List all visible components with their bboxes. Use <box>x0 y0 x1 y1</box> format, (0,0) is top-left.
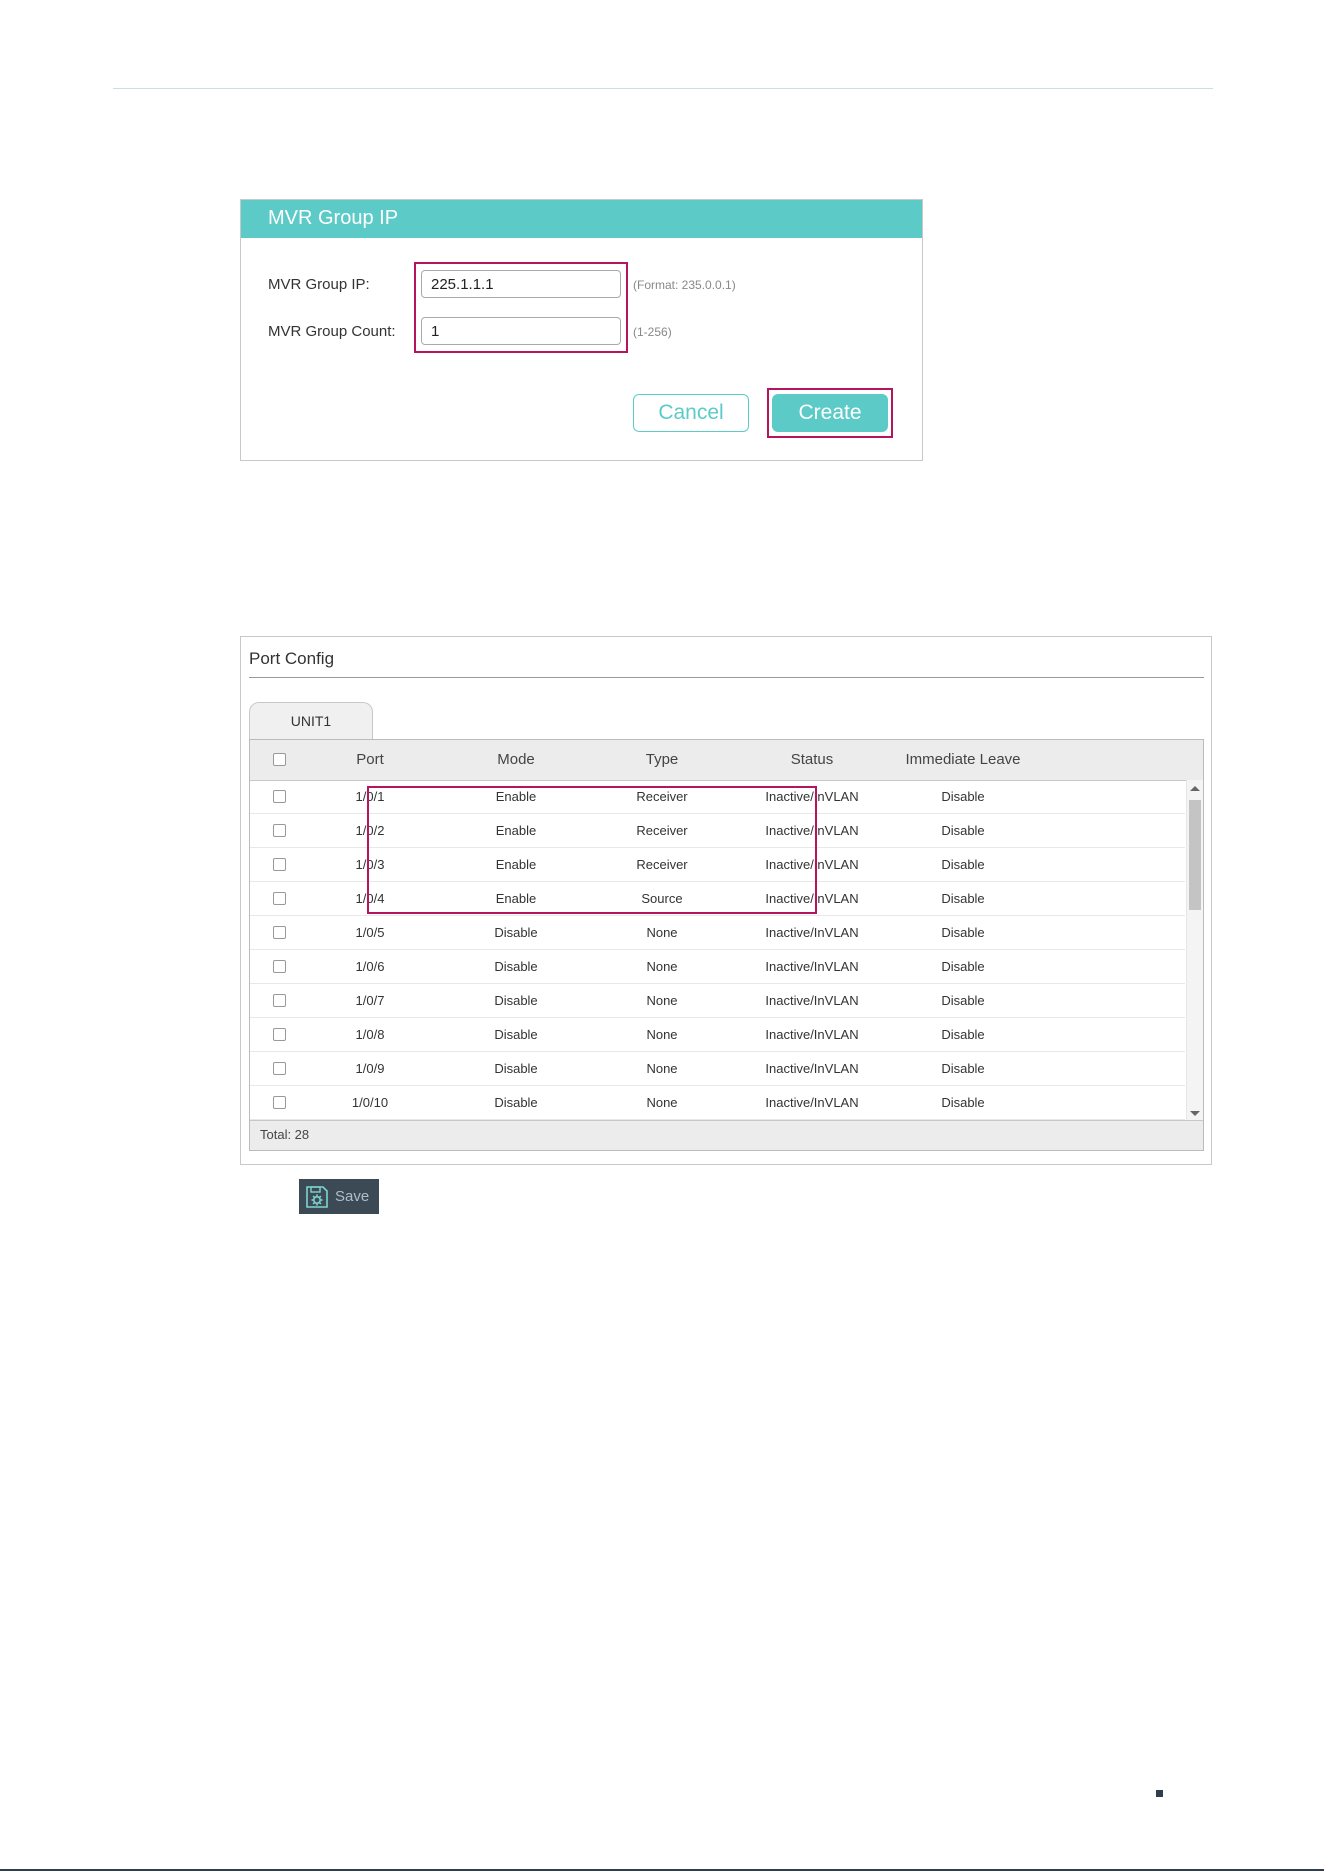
panel-title: MVR Group IP <box>241 200 922 238</box>
cell-mode: Disable <box>494 1061 538 1076</box>
cell-immediate-leave: Disable <box>941 1095 985 1110</box>
cell-port: 1/0/6 <box>355 959 385 974</box>
cell-immediate-leave: Disable <box>941 1061 985 1076</box>
cell-mode: Disable <box>494 993 538 1008</box>
table-footer-total: Total: 28 <box>250 1120 1203 1150</box>
cell-status: Inactive/InVLAN <box>765 1095 859 1110</box>
cell-mode: Disable <box>494 1027 538 1042</box>
row-checkbox[interactable] <box>273 892 286 905</box>
rows-highlight-box <box>367 786 817 914</box>
cell-type: None <box>646 925 678 940</box>
cell-type: None <box>646 1095 678 1110</box>
page-marker <box>1156 1790 1163 1797</box>
save-button[interactable]: Save <box>299 1179 379 1214</box>
cell-mode: Disable <box>494 959 538 974</box>
table-row[interactable]: 1/0/7 Disable None Inactive/InVLAN Disable <box>250 984 1185 1018</box>
create-highlight-box <box>767 388 893 438</box>
cell-port: 1/0/5 <box>355 925 385 940</box>
cell-type: None <box>646 959 678 974</box>
select-all-checkbox[interactable] <box>273 753 286 766</box>
cell-immediate-leave: Disable <box>941 823 985 838</box>
cell-type: None <box>646 1061 678 1076</box>
cell-immediate-leave: Disable <box>941 789 985 804</box>
table-header: Port Mode Type Status Immediate Leave <box>250 740 1203 781</box>
column-header-status[interactable]: Status <box>747 740 877 780</box>
port-config-title: Port Config <box>249 649 335 668</box>
scroll-up-arrow-icon[interactable] <box>1190 786 1200 791</box>
save-label: Save <box>335 1188 370 1205</box>
cell-immediate-leave: Disable <box>941 959 985 974</box>
row-checkbox[interactable] <box>273 1062 286 1075</box>
cell-immediate-leave: Disable <box>941 891 985 906</box>
scrollbar-thumb[interactable] <box>1189 800 1201 910</box>
table-row[interactable]: 1/0/6 Disable None Inactive/InVLAN Disable <box>250 950 1185 984</box>
cell-port: 1/0/8 <box>355 1027 385 1042</box>
row-checkbox[interactable] <box>273 1096 286 1109</box>
table-row[interactable]: 1/0/9 Disable None Inactive/InVLAN Disable <box>250 1052 1185 1086</box>
row-checkbox[interactable] <box>273 858 286 871</box>
cell-immediate-leave: Disable <box>941 1027 985 1042</box>
row-checkbox[interactable] <box>273 790 286 803</box>
cell-status: Inactive/InVLAN <box>765 1027 859 1042</box>
cell-port: 1/0/10 <box>351 1095 389 1110</box>
column-header-mode[interactable]: Mode <box>471 740 561 780</box>
cell-immediate-leave: Disable <box>941 993 985 1008</box>
column-header-type[interactable]: Type <box>617 740 707 780</box>
cell-status: Inactive/InVLAN <box>765 1061 859 1076</box>
inputs-highlight-box <box>414 262 628 353</box>
port-config-panel: Port Config UNIT1 Port Mode Type Status … <box>240 636 1212 1165</box>
port-table: Port Mode Type Status Immediate Leave 1/… <box>249 739 1204 1151</box>
bottom-divider <box>0 1869 1324 1871</box>
title-divider <box>249 677 1204 678</box>
cell-type: None <box>646 993 678 1008</box>
cell-port: 1/0/9 <box>355 1061 385 1076</box>
row-checkbox[interactable] <box>273 824 286 837</box>
cell-mode: Disable <box>494 925 538 940</box>
row-checkbox[interactable] <box>273 926 286 939</box>
scroll-down-arrow-icon[interactable] <box>1190 1111 1200 1116</box>
cell-immediate-leave: Disable <box>941 857 985 872</box>
column-header-immediate-leave[interactable]: Immediate Leave <box>883 740 1043 780</box>
save-gear-icon <box>306 1185 328 1208</box>
cell-status: Inactive/InVLAN <box>765 959 859 974</box>
group-count-hint: (1-256) <box>633 325 672 339</box>
table-row[interactable]: 1/0/8 Disable None Inactive/InVLAN Disable <box>250 1018 1185 1052</box>
row-checkbox[interactable] <box>273 960 286 973</box>
top-divider <box>113 88 1213 89</box>
row-checkbox[interactable] <box>273 1028 286 1041</box>
cancel-button[interactable]: Cancel <box>633 394 749 432</box>
group-ip-label: MVR Group IP: <box>268 275 370 293</box>
group-count-label: MVR Group Count: <box>268 322 396 340</box>
table-scrollbar[interactable] <box>1186 780 1203 1122</box>
table-row[interactable]: 1/0/5 Disable None Inactive/InVLAN Disable <box>250 916 1185 950</box>
cell-status: Inactive/InVLAN <box>765 993 859 1008</box>
cell-mode: Disable <box>494 1095 538 1110</box>
group-ip-hint: (Format: 235.0.0.1) <box>633 278 736 292</box>
mvr-group-ip-panel: MVR Group IP MVR Group IP: (Format: 235.… <box>240 199 923 461</box>
cell-type: None <box>646 1027 678 1042</box>
cell-immediate-leave: Disable <box>941 925 985 940</box>
cell-status: Inactive/InVLAN <box>765 925 859 940</box>
tab-unit1[interactable]: UNIT1 <box>249 702 373 740</box>
table-row[interactable]: 1/0/10 Disable None Inactive/InVLAN Disable <box>250 1086 1185 1120</box>
column-header-port[interactable]: Port <box>325 740 415 780</box>
row-checkbox[interactable] <box>273 994 286 1007</box>
cell-port: 1/0/7 <box>355 993 385 1008</box>
